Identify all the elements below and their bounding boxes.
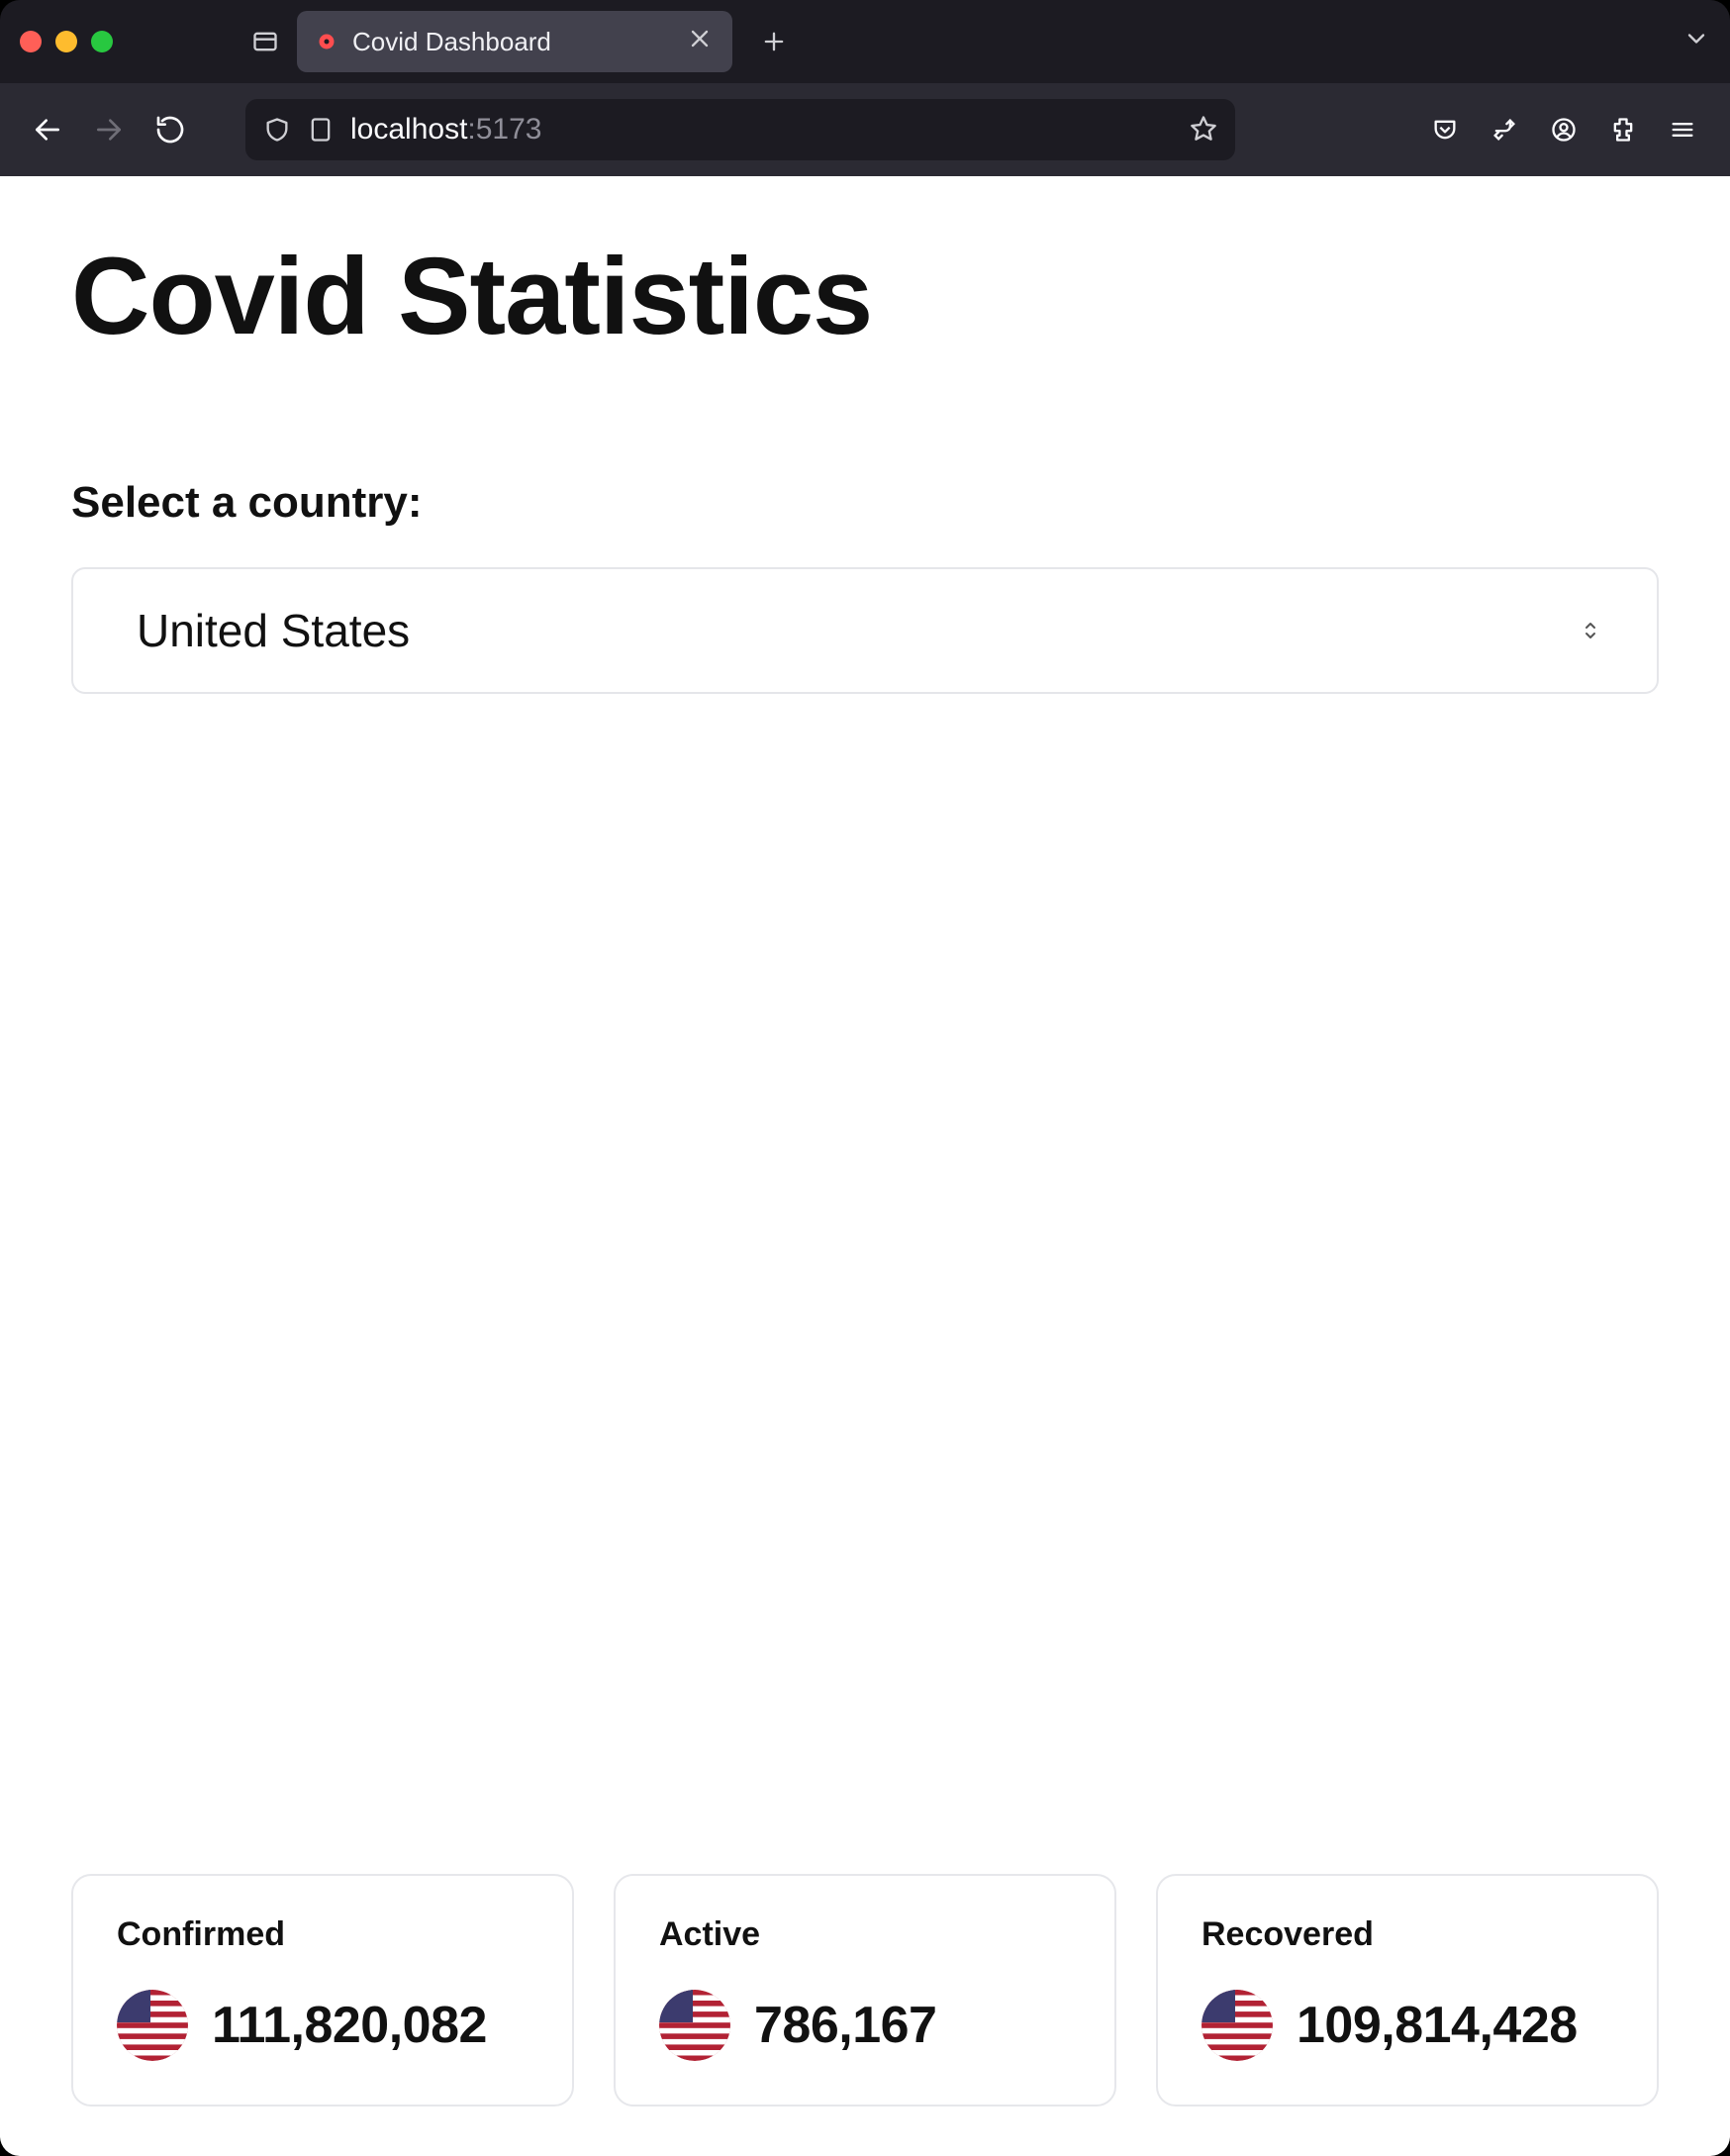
account-icon[interactable] (1538, 104, 1589, 155)
extensions-icon[interactable] (1597, 104, 1649, 155)
reload-button[interactable] (144, 104, 196, 155)
devtools-icon[interactable] (1479, 104, 1530, 155)
page-viewport: Covid Statistics Select a country: Unite… (0, 176, 1730, 2156)
stat-card-active: Active 786,167 (614, 1874, 1116, 2107)
sidebar-toggle-icon[interactable] (251, 28, 279, 55)
browser-tab[interactable]: Covid Dashboard (297, 11, 732, 72)
stat-card-label: Active (659, 1915, 1071, 1954)
url-text[interactable]: localhost:5173 (350, 113, 1174, 147)
toolbar: localhost:5173 (0, 83, 1730, 176)
stat-card-value: 111,820,082 (212, 1996, 487, 2055)
window-minimize-button[interactable] (55, 31, 77, 52)
country-select[interactable]: United States (71, 567, 1659, 694)
flag-icon (117, 1990, 188, 2061)
tab-favicon-icon (315, 30, 338, 53)
back-button[interactable] (22, 104, 73, 155)
titlebar-right (1682, 25, 1710, 59)
address-bar[interactable]: localhost:5173 (245, 99, 1235, 160)
stat-card-value: 109,814,428 (1297, 1996, 1578, 2055)
page-title: Covid Statistics (71, 234, 1659, 359)
stat-card-body: 111,820,082 (117, 1990, 529, 2061)
browser-window: Covid Dashboard (0, 0, 1730, 2156)
country-select-value: United States (137, 604, 410, 657)
bookmark-star-icon[interactable] (1190, 114, 1217, 147)
tabs-dropdown-button[interactable] (1682, 25, 1710, 59)
stat-card-value: 786,167 (754, 1996, 936, 2055)
forward-button[interactable] (83, 104, 135, 155)
stat-card-body: 109,814,428 (1201, 1990, 1613, 2061)
stat-card-recovered: Recovered 109,814,428 (1156, 1874, 1659, 2107)
stat-cards: Confirmed 111,820,082 (71, 1874, 1659, 2116)
window-close-button[interactable] (20, 31, 42, 52)
window-controls (20, 31, 113, 52)
tab-close-button[interactable] (685, 25, 715, 59)
toolbar-right (1419, 104, 1708, 155)
country-select-label: Select a country: (71, 478, 1659, 528)
site-info-icon[interactable] (307, 116, 335, 144)
stat-card-confirmed: Confirmed 111,820,082 (71, 1874, 574, 2107)
new-tab-button[interactable] (750, 18, 798, 65)
tab-title: Covid Dashboard (352, 27, 671, 57)
stat-card-label: Confirmed (117, 1915, 529, 1954)
stat-card-label: Recovered (1201, 1915, 1613, 1954)
select-caret-icon (1584, 621, 1597, 640)
url-port: :5173 (467, 113, 541, 147)
url-host: localhost (350, 113, 467, 147)
flag-icon (659, 1990, 730, 2061)
tracking-protection-icon[interactable] (263, 116, 291, 144)
titlebar-leading (170, 28, 279, 55)
stat-card-body: 786,167 (659, 1990, 1071, 2061)
app-menu-icon[interactable] (1657, 104, 1708, 155)
flag-icon (1201, 1990, 1273, 2061)
window-maximize-button[interactable] (91, 31, 113, 52)
titlebar: Covid Dashboard (0, 0, 1730, 83)
pocket-icon[interactable] (1419, 104, 1471, 155)
